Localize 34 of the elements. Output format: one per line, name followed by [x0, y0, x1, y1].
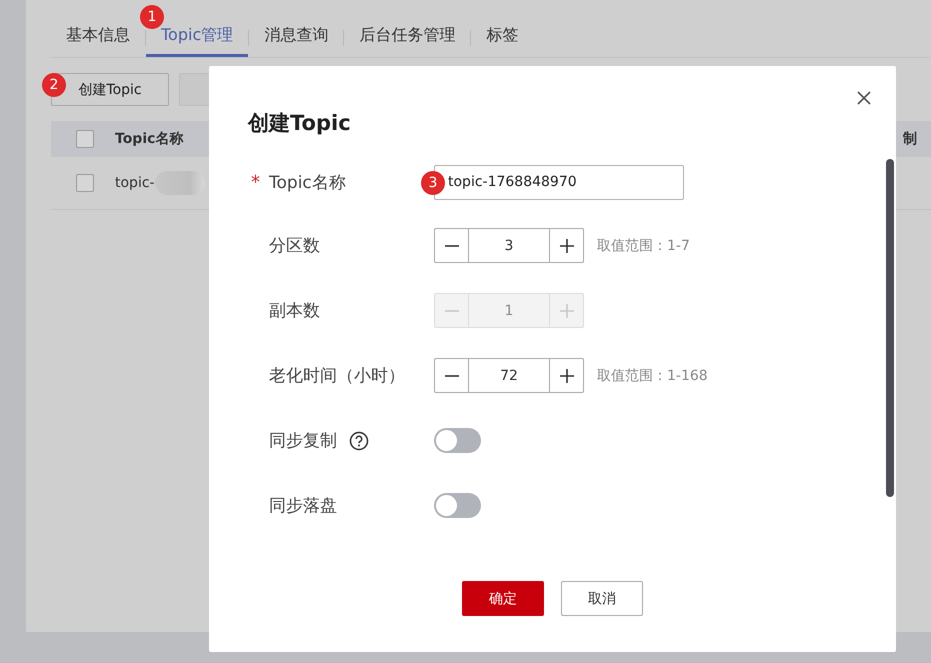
- table-cell: topic-: [115, 175, 155, 191]
- cancel-button[interactable]: 取消: [561, 581, 643, 616]
- number-value: 72: [499, 366, 519, 386]
- column-header: 制: [903, 130, 917, 148]
- dialog-title: 创建Topic: [248, 110, 351, 137]
- step-marker: 1: [140, 5, 164, 29]
- column-header: Topic名称: [115, 130, 184, 148]
- field-label: 分区数: [269, 235, 320, 257]
- number-value: 3: [504, 236, 514, 256]
- number-stepper[interactable]: 3: [434, 228, 584, 263]
- step-marker: 2: [42, 73, 66, 97]
- range-hint: 取值范围：1-7: [597, 236, 690, 254]
- help-icon[interactable]: [349, 430, 369, 450]
- field-label: 同步落盘: [269, 495, 337, 517]
- checkbox[interactable]: [76, 174, 94, 192]
- range-hint: 取值范围：1-168: [597, 366, 708, 384]
- tab[interactable]: 后台任务管理: [344, 23, 470, 57]
- step-marker: 3: [421, 170, 445, 194]
- tab[interactable]: 消息查询: [249, 23, 344, 57]
- scrollbar[interactable]: [886, 159, 894, 497]
- number-value: 1: [504, 302, 514, 320]
- field-label: Topic名称: [269, 172, 346, 194]
- required-mark: *: [251, 172, 260, 192]
- number-stepper[interactable]: 72: [434, 358, 584, 393]
- blurred-text: [154, 171, 205, 195]
- close-icon[interactable]: [857, 91, 871, 105]
- confirm-button[interactable]: 确定: [462, 581, 544, 616]
- toggle-switch[interactable]: [434, 493, 481, 518]
- tab[interactable]: 标签: [471, 23, 534, 57]
- field-label: 老化时间（小时）: [269, 365, 405, 387]
- checkbox[interactable]: [76, 130, 94, 148]
- toggle-switch[interactable]: [434, 428, 481, 453]
- field-label: 同步复制: [269, 430, 337, 452]
- field-label: 副本数: [269, 300, 320, 322]
